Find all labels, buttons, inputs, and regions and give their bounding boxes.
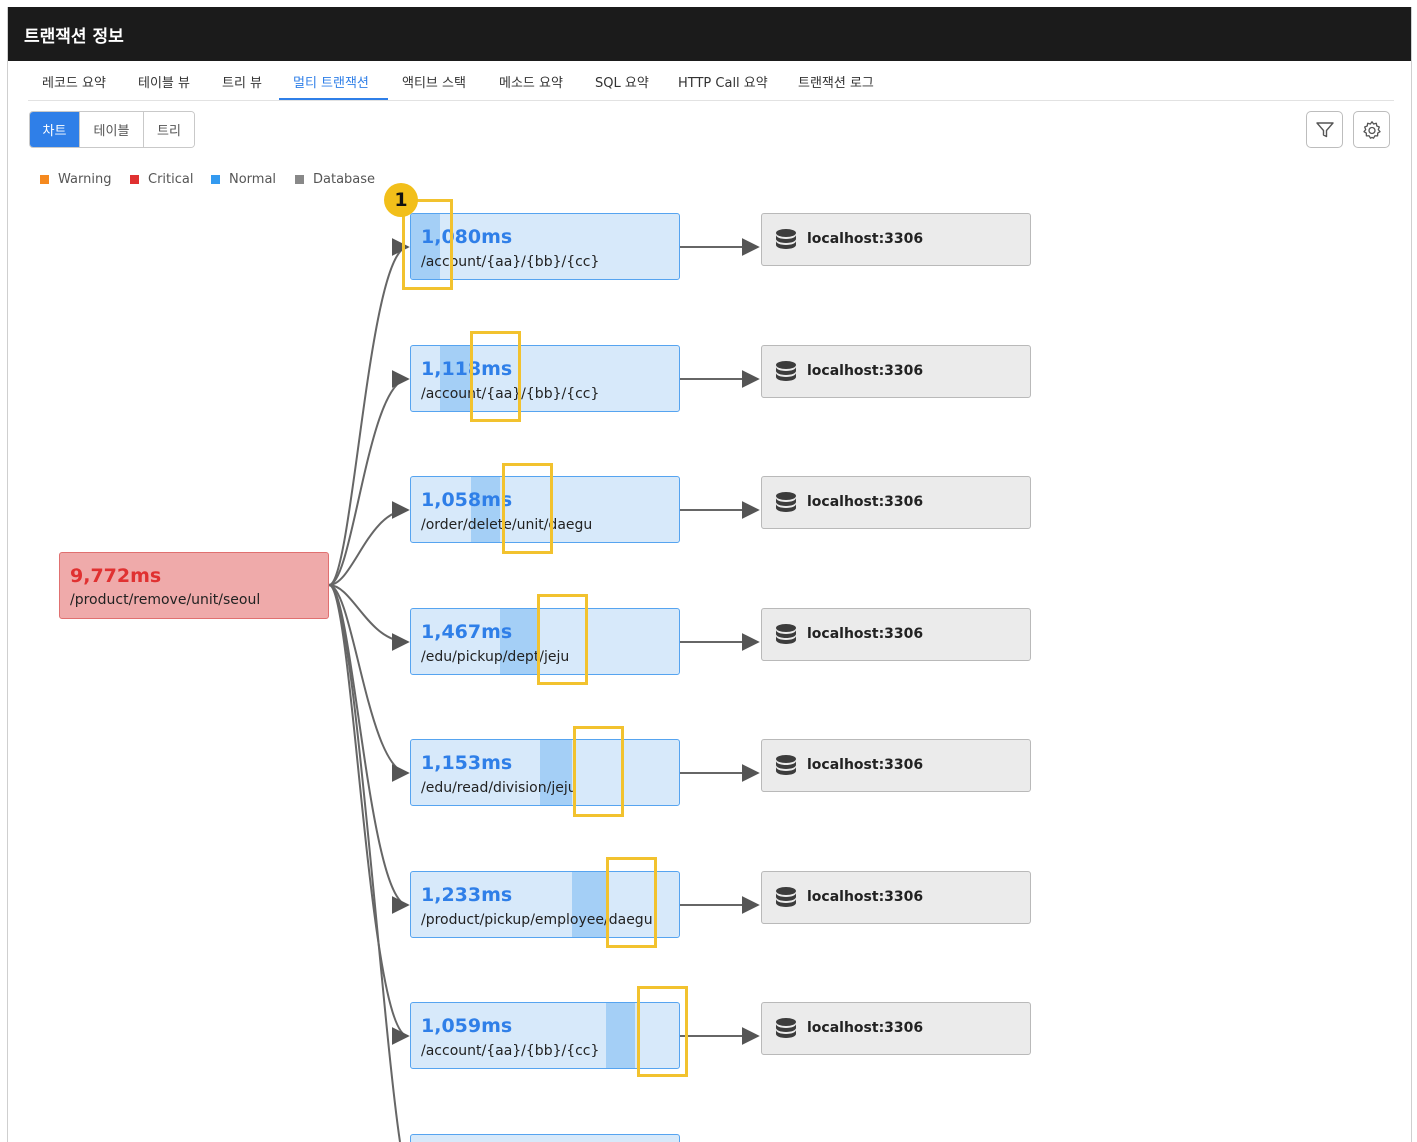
database-icon <box>776 755 796 775</box>
child-duration: 1,153ms <box>421 752 513 774</box>
highlight-box <box>537 594 588 685</box>
child-path: /edu/read/division/jeju <box>421 780 577 796</box>
database-label: localhost:3306 <box>807 231 924 247</box>
callout-badge: 1 <box>384 183 418 217</box>
database-label: localhost:3306 <box>807 626 924 642</box>
edge-root-child-1 <box>328 238 410 586</box>
transaction-info-window: 트랜잭션 정보 레코드 요약 테이블 뷰 트리 뷰 멀티 트랜잭션 액티브 스택… <box>7 7 1412 1142</box>
child-duration: 1,467ms <box>421 621 513 643</box>
database-node-7[interactable]: localhost:3306 <box>761 1002 1031 1055</box>
database-node-3[interactable]: localhost:3306 <box>761 476 1031 529</box>
highlight-box <box>502 463 553 554</box>
database-icon <box>776 887 796 907</box>
child-transaction-node-2[interactable]: 1,118ms /account/{aa}/{bb}/{cc} <box>410 345 680 412</box>
database-node-2[interactable]: localhost:3306 <box>761 345 1031 398</box>
child-duration: 1,058ms <box>421 489 513 511</box>
edge-root-child-3 <box>328 501 410 586</box>
database-icon <box>776 361 796 381</box>
highlight-box <box>637 986 688 1077</box>
database-node-1[interactable]: localhost:3306 <box>761 213 1031 266</box>
child-duration: 1,059ms <box>421 1015 513 1037</box>
database-label: localhost:3306 <box>807 1020 924 1036</box>
database-icon <box>776 492 796 512</box>
root-transaction-node[interactable]: 9,772ms /product/remove/unit/seoul <box>59 552 329 619</box>
root-duration: 9,772ms <box>70 565 162 587</box>
child-duration: 1,233ms <box>421 884 513 906</box>
highlight-box <box>606 857 657 948</box>
database-label: localhost:3306 <box>807 494 924 510</box>
database-node-4[interactable]: localhost:3306 <box>761 608 1031 661</box>
timeline-bar <box>605 1003 635 1068</box>
database-icon <box>776 624 796 644</box>
database-label: localhost:3306 <box>807 363 924 379</box>
child-transaction-node-5[interactable]: 1,153ms /edu/read/division/jeju <box>410 739 680 806</box>
database-icon <box>776 229 796 249</box>
edge-root-child-7 <box>328 584 410 1045</box>
database-icon <box>776 1018 796 1038</box>
database-label: localhost:3306 <box>807 889 924 905</box>
highlight-box <box>573 726 624 817</box>
highlight-box <box>470 331 521 422</box>
child-transaction-node-8[interactable] <box>410 1134 680 1142</box>
child-path: /account/{aa}/{bb}/{cc} <box>421 1043 600 1059</box>
database-node-5[interactable]: localhost:3306 <box>761 739 1031 792</box>
edge-root-child-8 <box>328 584 401 1142</box>
root-path: /product/remove/unit/seoul <box>70 592 261 608</box>
database-label: localhost:3306 <box>807 757 924 773</box>
database-node-6[interactable]: localhost:3306 <box>761 871 1031 924</box>
